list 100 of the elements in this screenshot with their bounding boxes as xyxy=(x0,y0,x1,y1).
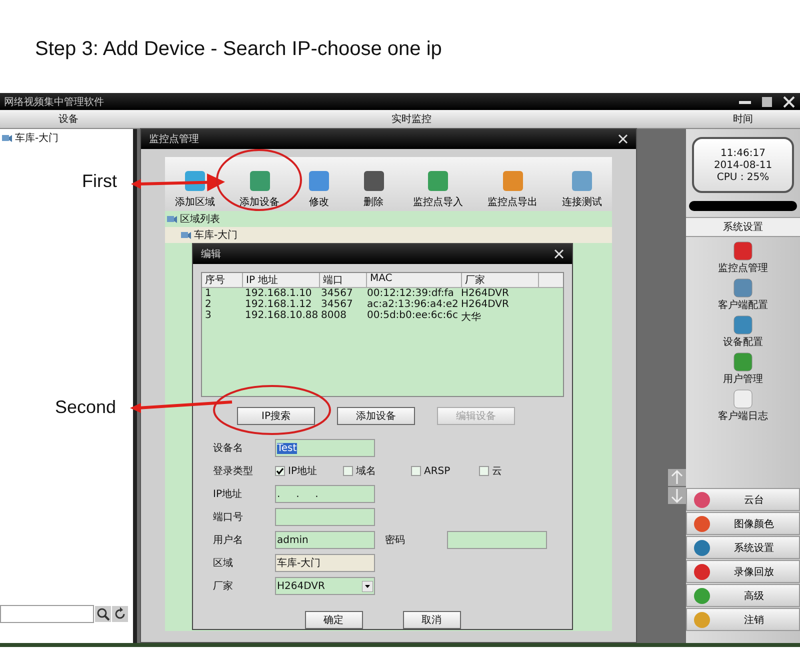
field-label: 区域 xyxy=(213,556,234,570)
dialog-button[interactable]: IP搜索 xyxy=(237,407,315,425)
field-label: 用户名 xyxy=(213,534,244,547)
search-field[interactable] xyxy=(0,605,94,623)
toolbar-button[interactable]: 添加区域 xyxy=(169,169,221,209)
menu-item[interactable]: 客户端配置 xyxy=(718,298,768,312)
caret-icon xyxy=(362,580,373,592)
dialog-button[interactable]: 取消 xyxy=(402,611,460,629)
app-icon[interactable] xyxy=(732,241,754,261)
table-cell-text: ac:a2:13:96:a4:e2 xyxy=(366,299,458,310)
app-icon[interactable] xyxy=(732,352,754,372)
annotation-label: Second xyxy=(55,397,116,418)
side-button[interactable]: 云台 xyxy=(686,488,800,511)
column-header[interactable]: IP 地址 xyxy=(243,273,320,287)
window-title: 网络视频集中管理软件 xyxy=(4,96,104,108)
table-cell-text: 34567 xyxy=(320,299,354,310)
dialog-title: 编辑 xyxy=(201,248,221,261)
app-icon xyxy=(691,514,713,532)
toolbar-button[interactable]: 监控点导入 xyxy=(407,169,469,209)
table-cell-text: 3 xyxy=(204,310,212,323)
camera-icon xyxy=(181,230,191,240)
toolbar-button[interactable]: 修改 xyxy=(298,169,340,209)
field-label: 厂家 xyxy=(213,580,234,593)
app-icon xyxy=(691,562,713,580)
table-cell-text: 大华 xyxy=(460,310,482,324)
toolbar-button[interactable]: 监控点导出 xyxy=(482,169,544,209)
tree-item[interactable]: 车库-大门 xyxy=(194,228,238,242)
app-icon xyxy=(691,490,713,508)
close-icon[interactable] xyxy=(618,134,628,144)
search-icon[interactable] xyxy=(95,606,111,622)
column-header[interactable]: 端口 xyxy=(320,273,367,287)
table-cell-text: 192.168.1.12 xyxy=(244,299,313,310)
maximize-icon[interactable] xyxy=(760,96,774,108)
input-field[interactable] xyxy=(275,508,375,526)
toolbar-button[interactable]: 添加设备 xyxy=(234,169,286,209)
side-button[interactable]: 注销 xyxy=(686,608,800,631)
scroll-up-icon[interactable] xyxy=(668,469,686,486)
side-button[interactable]: 录像回放 xyxy=(686,560,800,583)
toolbar-button[interactable]: 删除 xyxy=(352,169,394,209)
clock-text: CPU : 25% xyxy=(716,172,770,182)
tree-item[interactable]: 区域列表 xyxy=(180,212,220,226)
camera-icon xyxy=(167,214,177,224)
table-cell-text: 1 xyxy=(204,288,212,299)
dialog-button[interactable]: 确定 xyxy=(304,611,362,629)
annotation-label: First xyxy=(82,171,117,192)
section-header: 系统设置 xyxy=(686,217,800,237)
menu-item[interactable]: 客户端日志 xyxy=(718,409,768,423)
input-field[interactable]: admin xyxy=(275,531,375,549)
column-header[interactable]: MAC xyxy=(367,273,462,287)
table-cell-text: 8008 xyxy=(320,310,348,323)
table-cell-text: 192.168.1.10 xyxy=(244,288,313,299)
side-button[interactable]: 高级 xyxy=(686,584,800,607)
checkbox[interactable] xyxy=(411,466,421,476)
tree-item[interactable]: 车库-大门 xyxy=(15,131,59,145)
field-label: 设备名 xyxy=(213,442,244,455)
table-cell-text: 192.168.10.88 xyxy=(244,310,318,323)
checkbox[interactable] xyxy=(275,466,285,476)
camera-icon xyxy=(2,134,12,142)
menu-item[interactable]: 监控点管理 xyxy=(718,261,768,275)
close-icon[interactable] xyxy=(782,96,796,108)
field-label: 密码 xyxy=(384,534,406,547)
column-header[interactable]: 厂家 xyxy=(462,273,539,287)
column-header: 实时监控 xyxy=(390,112,432,126)
checkbox-label: 云 xyxy=(492,465,502,478)
toolbar-button[interactable]: 连接测试 xyxy=(556,169,608,209)
app-icon xyxy=(691,586,713,604)
checkbox-label: ARSP xyxy=(424,466,450,476)
input-field[interactable]: . . . xyxy=(275,485,375,503)
scroll-down-icon[interactable] xyxy=(668,487,686,504)
dialog-title: 监控点管理 xyxy=(149,132,199,146)
table-cell-text: 00:12:12:39:df:fa xyxy=(366,288,455,299)
table-cell-text: 34567 xyxy=(320,288,354,299)
side-button[interactable]: 系统设置 xyxy=(686,536,800,559)
column-header: 设备 xyxy=(58,113,80,126)
dropdown[interactable]: H264DVR xyxy=(275,577,375,595)
input-field[interactable]: 车库-大门 xyxy=(275,554,375,572)
app-icon[interactable] xyxy=(732,315,754,335)
column-header: 时间 xyxy=(732,112,754,126)
app-icon xyxy=(691,538,713,556)
dialog-button[interactable]: 添加设备 xyxy=(337,407,415,425)
column-header[interactable]: 序号 xyxy=(202,273,243,287)
clock-text: 11:46:17 xyxy=(720,148,766,158)
table-cell-text: 00:5d:b0:ee:6c:6c xyxy=(366,310,458,323)
password-field[interactable] xyxy=(447,531,547,549)
side-button[interactable]: 图像颜色 xyxy=(686,512,800,535)
app-icon[interactable] xyxy=(732,278,754,298)
menu-item[interactable]: 设备配置 xyxy=(723,335,763,349)
app-icon xyxy=(691,610,713,628)
close-icon[interactable] xyxy=(554,249,564,259)
step-caption: Step 3: Add Device - Search IP-choose one ip xyxy=(34,37,443,62)
input-field[interactable]: Test xyxy=(275,439,375,457)
checkbox[interactable] xyxy=(479,466,489,476)
menu-item[interactable]: 用户管理 xyxy=(723,372,763,386)
checkbox[interactable] xyxy=(343,466,353,476)
refresh-icon[interactable] xyxy=(112,606,128,622)
app-icon[interactable] xyxy=(732,389,754,409)
clock-text: 2014-08-11 xyxy=(714,160,772,170)
field-label: 登录类型 xyxy=(213,464,254,478)
table-cell-text: H264DVR xyxy=(460,288,510,299)
checkbox-label: 域名 xyxy=(356,464,376,478)
